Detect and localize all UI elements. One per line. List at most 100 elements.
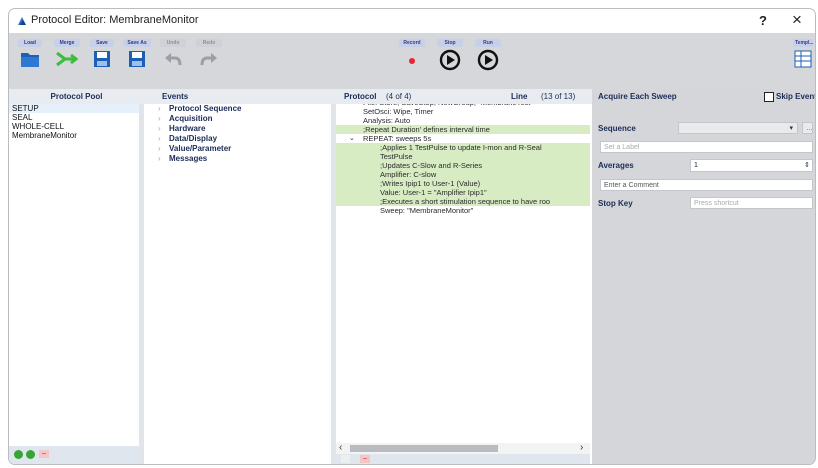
blank-icon xyxy=(341,455,350,463)
save-button[interactable]: Save xyxy=(90,39,114,85)
stop-key-label: Stop Key xyxy=(598,199,633,208)
run-label: Run xyxy=(475,39,501,47)
folder-icon xyxy=(21,53,39,67)
scroll-right-arrow[interactable]: › xyxy=(580,442,583,453)
sequence-select[interactable]: ▾ xyxy=(678,122,798,134)
save-as-button[interactable]: Save As xyxy=(123,39,151,85)
averages-label: Averages xyxy=(598,161,634,170)
stop-button[interactable]: Stop xyxy=(437,39,463,85)
event-category-label: Value/Parameter xyxy=(169,144,232,153)
protocol-line[interactable]: ;Updates C-Slow and R-Series xyxy=(336,161,590,170)
chevron-right-icon[interactable]: › xyxy=(158,134,161,144)
save-as-label: Save As xyxy=(123,39,151,47)
stop-circle-icon xyxy=(439,49,461,71)
comment-input[interactable]: Enter a Comment xyxy=(600,179,813,191)
protocol-line[interactable]: Sweep: "MembraneMonitor" xyxy=(336,206,590,215)
redo-icon xyxy=(200,53,217,66)
undo-icon xyxy=(165,53,182,66)
protocol-line[interactable]: Amplifier: C-slow xyxy=(336,170,590,179)
redo-label: Redo xyxy=(196,39,222,47)
averages-spinbox[interactable]: 1 xyxy=(690,159,813,172)
protocol-line-text: ;Updates C-Slow and R-Series xyxy=(380,161,483,170)
protocol-line-text: Sweep: "MembraneMonitor" xyxy=(380,206,474,215)
protocol-pool-item[interactable]: MembraneMonitor xyxy=(9,131,139,140)
protocol-pool-header: Protocol Pool xyxy=(9,89,144,104)
undo-button[interactable]: Undo xyxy=(160,39,186,85)
protocol-count: (4 of 4) xyxy=(386,92,412,101)
protocol-line-text: Value: User-1 = "Amplifier Ipip1" xyxy=(380,188,487,197)
load-button[interactable]: Load xyxy=(18,39,42,85)
protocol-line-text: ;Repeat Duration' defines interval time xyxy=(363,125,490,134)
app-logo-icon xyxy=(18,17,26,25)
stop-label: Stop xyxy=(437,39,463,47)
event-category[interactable]: › Hardware xyxy=(144,124,331,134)
sequence-more-button[interactable]: … xyxy=(802,122,813,134)
event-category[interactable]: › Data/Display xyxy=(144,134,331,144)
protocol-line[interactable]: ;Applies 1 TestPulse to update I-mon and… xyxy=(336,143,590,152)
protocol-line[interactable]: ;Repeat Duration' defines interval time xyxy=(336,125,590,134)
record-label: Record xyxy=(399,39,425,47)
protocol-pool-title: Protocol Pool xyxy=(50,92,103,101)
event-category[interactable]: › Messages xyxy=(144,154,331,164)
chevron-right-icon[interactable]: › xyxy=(158,144,161,154)
close-button[interactable]: × xyxy=(792,10,802,30)
protocol-pool-item[interactable]: WHOLE-CELL xyxy=(9,122,139,131)
spin-arrows-icon[interactable]: ⇕ xyxy=(804,161,810,169)
skip-events-label: Skip Events xyxy=(776,92,815,101)
protocol-line[interactable]: ⌄ REPEAT: sweeps 5s xyxy=(336,134,590,143)
horizontal-scrollbar[interactable]: ‹ › xyxy=(336,442,590,454)
templates-label: Templ... xyxy=(793,39,814,47)
collapse-chevron-icon[interactable]: ⌄ xyxy=(349,134,355,143)
duplicate-icon[interactable] xyxy=(26,450,35,459)
label-input[interactable]: Set a Label xyxy=(600,141,813,153)
stop-key-input[interactable]: Press shortcut xyxy=(690,197,813,209)
run-button[interactable]: Run xyxy=(475,39,501,85)
protocol-line-text: SetOsci: Wipe, Timer xyxy=(363,107,434,116)
skip-events-checkbox[interactable] xyxy=(764,92,774,102)
add-icon[interactable] xyxy=(14,450,23,459)
protocol-line-text: ;Executes a short stimulation sequence t… xyxy=(380,197,551,206)
pool-footer: − xyxy=(9,446,139,464)
record-button[interactable]: Record xyxy=(399,39,425,85)
help-button[interactable]: ? xyxy=(759,13,767,28)
remove-line-icon[interactable]: − xyxy=(360,455,370,463)
save-label: Save xyxy=(90,39,114,47)
chevron-right-icon[interactable]: › xyxy=(158,154,161,164)
protocol-footer: − xyxy=(336,454,590,464)
floppy-disk-icon xyxy=(129,51,145,67)
protocol-line[interactable]: Analysis: Auto xyxy=(336,116,590,125)
acquire-title: Acquire Each Sweep xyxy=(598,92,677,101)
merge-arrows-icon xyxy=(56,51,78,67)
chevron-right-icon[interactable]: › xyxy=(158,104,161,114)
event-category[interactable]: › Acquisition xyxy=(144,114,331,124)
merge-button[interactable]: Merge xyxy=(54,39,80,85)
protocol-line[interactable]: Value: User-1 = "Amplifier Ipip1" xyxy=(336,188,590,197)
event-category[interactable]: › Value/Parameter xyxy=(144,144,331,154)
events-tree: › Protocol Sequence › Acquisition › Hardware ›… xyxy=(144,104,331,464)
scrollbar-thumb[interactable] xyxy=(350,445,498,452)
protocol-line[interactable]: SetOsci: Wipe, Timer xyxy=(336,107,590,116)
event-category-label: Messages xyxy=(169,154,208,163)
protocol-pool-list: SETUP SEAL WHOLE-CELL MembraneMonitor xyxy=(9,104,139,464)
event-category-label: Data/Display xyxy=(169,134,218,143)
events-title: Events xyxy=(162,92,189,101)
scroll-left-arrow[interactable]: ‹ xyxy=(339,442,342,453)
protocol-line-text: ;Writes Ipip1 to User-1 (Value) xyxy=(380,179,481,188)
protocol-pool-item[interactable]: SETUP xyxy=(9,104,139,113)
protocol-line[interactable]: TestPulse xyxy=(336,152,590,161)
chevron-right-icon[interactable]: › xyxy=(158,114,161,124)
templates-button[interactable]: Templ... xyxy=(793,39,814,85)
chevron-right-icon[interactable]: › xyxy=(158,124,161,134)
events-header: Events xyxy=(144,89,336,104)
protocol-editor[interactable]: File: Store, SaveStop, NewGroup, "Membra… xyxy=(336,104,590,449)
merge-label: Merge xyxy=(54,39,80,47)
event-category[interactable]: › Protocol Sequence xyxy=(144,104,331,114)
remove-icon[interactable]: − xyxy=(39,450,49,458)
protocol-line[interactable]: ;Writes Ipip1 to User-1 (Value) xyxy=(336,179,590,188)
protocol-line[interactable]: ;Executes a short stimulation sequence t… xyxy=(336,197,590,206)
redo-button[interactable]: Redo xyxy=(196,39,222,85)
floppy-disk-icon xyxy=(94,51,110,67)
event-category-label: Acquisition xyxy=(169,114,213,123)
protocol-pool-item[interactable]: SEAL xyxy=(9,113,139,122)
protocol-line-text: TestPulse xyxy=(380,152,413,161)
